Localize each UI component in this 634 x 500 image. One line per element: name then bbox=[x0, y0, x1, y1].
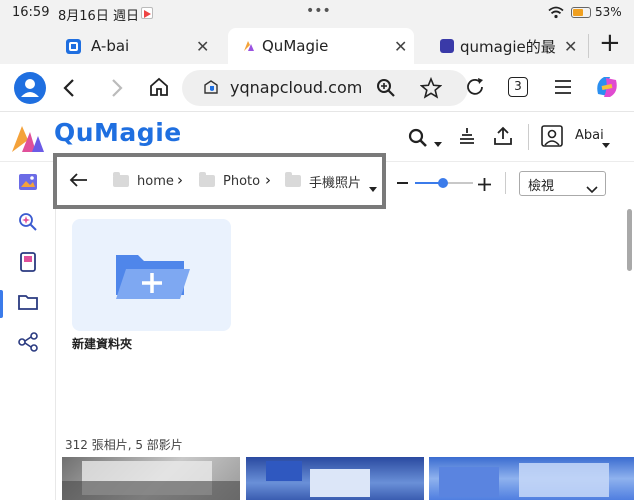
new-tab-button[interactable]: + bbox=[599, 28, 621, 58]
back-arrow-icon[interactable] bbox=[69, 172, 89, 192]
zoom-in-icon[interactable] bbox=[478, 176, 491, 195]
search-dropdown-icon[interactable] bbox=[433, 134, 443, 153]
app-logo-text: QuMagie bbox=[54, 118, 182, 147]
breadcrumb-dropdown-icon[interactable] bbox=[369, 178, 377, 197]
battery-icon bbox=[571, 7, 591, 18]
breadcrumb-label: Photo bbox=[223, 173, 261, 189]
tab-qumagie-search[interactable]: qumagie的最 ✕ bbox=[440, 30, 580, 62]
magic-search-icon bbox=[17, 211, 39, 237]
zoom-slider-handle[interactable] bbox=[438, 178, 448, 188]
breadcrumb-photo[interactable]: Photo bbox=[199, 157, 260, 205]
zoom-icon[interactable] bbox=[376, 78, 396, 102]
breadcrumb-label: home bbox=[137, 173, 174, 189]
user-dropdown-icon[interactable] bbox=[602, 134, 610, 153]
close-tab-icon[interactable]: ✕ bbox=[564, 37, 577, 56]
folder-icon bbox=[17, 291, 39, 317]
breadcrumb-mobile-photos[interactable]: 手機照片 bbox=[285, 157, 361, 205]
tab-label: qumagie的最 bbox=[460, 37, 556, 56]
copilot-icon[interactable] bbox=[592, 72, 622, 106]
zoom-slider[interactable] bbox=[415, 178, 473, 188]
scrollbar-thumb[interactable] bbox=[627, 209, 632, 271]
folder-small-icon bbox=[113, 172, 129, 187]
sidebar-item-folders[interactable] bbox=[0, 284, 56, 324]
qumagie-logo-icon bbox=[10, 122, 46, 158]
breadcrumb-home[interactable]: home bbox=[113, 157, 174, 205]
status-dots: ••• bbox=[306, 3, 331, 19]
url-text: yqnapcloud.com bbox=[230, 78, 363, 97]
menu-icon[interactable] bbox=[554, 79, 572, 99]
qnap-tab-icon bbox=[66, 38, 81, 54]
qumagie-tab-icon bbox=[242, 39, 256, 53]
status-time: 16:59 bbox=[12, 5, 50, 20]
photos-icon bbox=[17, 171, 39, 197]
tab-qumagie[interactable]: QuMagie ✕ bbox=[228, 28, 414, 64]
add-folder-icon bbox=[114, 251, 190, 305]
chevron-down-icon bbox=[586, 179, 598, 198]
tab-count-button[interactable]: 3 bbox=[508, 77, 528, 97]
sidebar-item-shared[interactable] bbox=[0, 324, 56, 364]
reload-icon[interactable] bbox=[464, 76, 486, 102]
sidebar-item-smart[interactable] bbox=[0, 204, 56, 244]
share-icon bbox=[17, 331, 39, 357]
breadcrumb-separator-icon: › bbox=[177, 171, 183, 189]
new-folder-label: 新建資料夾 bbox=[72, 337, 133, 351]
wifi-icon bbox=[548, 6, 564, 23]
view-select-label: 檢視 bbox=[528, 179, 555, 194]
forward-icon[interactable] bbox=[108, 78, 124, 102]
home-icon[interactable] bbox=[148, 76, 170, 102]
breadcrumb-label: 手機照片 bbox=[309, 175, 362, 191]
tab-abai[interactable]: A-bai ✕ bbox=[66, 30, 216, 62]
tab-divider bbox=[588, 34, 589, 58]
status-date: 8月16日 週日 bbox=[58, 9, 139, 24]
toolbar-divider bbox=[505, 172, 506, 194]
photo-thumbnail[interactable] bbox=[429, 457, 634, 500]
folder-small-icon bbox=[199, 172, 215, 187]
photo-thumbnail[interactable] bbox=[62, 457, 240, 500]
user-name[interactable]: Abai bbox=[575, 128, 604, 143]
folder-small-icon bbox=[285, 172, 301, 187]
tab-strip: A-bai ✕ QuMagie ✕ qumagie的最 ✕ + bbox=[0, 26, 634, 64]
view-select[interactable]: 檢視 bbox=[519, 171, 606, 196]
profile-avatar[interactable] bbox=[14, 72, 46, 104]
back-icon[interactable] bbox=[62, 78, 78, 102]
tab-label: QuMagie bbox=[262, 37, 329, 55]
close-tab-icon[interactable]: ✕ bbox=[196, 37, 209, 56]
browser-toolbar: yqnapcloud.com 3 bbox=[0, 64, 634, 112]
photo-thumbnail[interactable] bbox=[246, 457, 424, 500]
new-folder-card[interactable] bbox=[72, 219, 231, 331]
header-divider bbox=[528, 124, 529, 150]
user-icon[interactable] bbox=[541, 125, 563, 151]
close-tab-icon[interactable]: ✕ bbox=[394, 37, 407, 56]
breadcrumb: home › Photo › 手機照片 bbox=[53, 153, 386, 209]
sidebar-item-albums[interactable] bbox=[0, 244, 56, 284]
album-icon bbox=[17, 251, 39, 277]
battery-percent: 53% bbox=[595, 5, 622, 19]
media-count: 312 張相片, 5 部影片 bbox=[65, 438, 183, 452]
zoom-out-icon[interactable] bbox=[397, 182, 408, 184]
sidebar bbox=[0, 162, 56, 500]
address-bar[interactable]: yqnapcloud.com bbox=[182, 70, 468, 106]
task-layers-icon[interactable] bbox=[457, 127, 477, 151]
breadcrumb-separator-icon: › bbox=[265, 171, 271, 189]
sidebar-item-photos[interactable] bbox=[0, 164, 56, 204]
tab-label: A-bai bbox=[91, 37, 130, 55]
search-icon[interactable] bbox=[408, 128, 428, 152]
site-info-icon[interactable] bbox=[202, 79, 220, 101]
star-icon[interactable] bbox=[419, 76, 443, 103]
upload-icon[interactable] bbox=[493, 126, 513, 150]
search-tab-icon bbox=[440, 39, 454, 53]
app-indicator-icon bbox=[141, 7, 153, 19]
status-bar: 16:59 8月16日 週日 ••• 53% bbox=[0, 0, 634, 26]
